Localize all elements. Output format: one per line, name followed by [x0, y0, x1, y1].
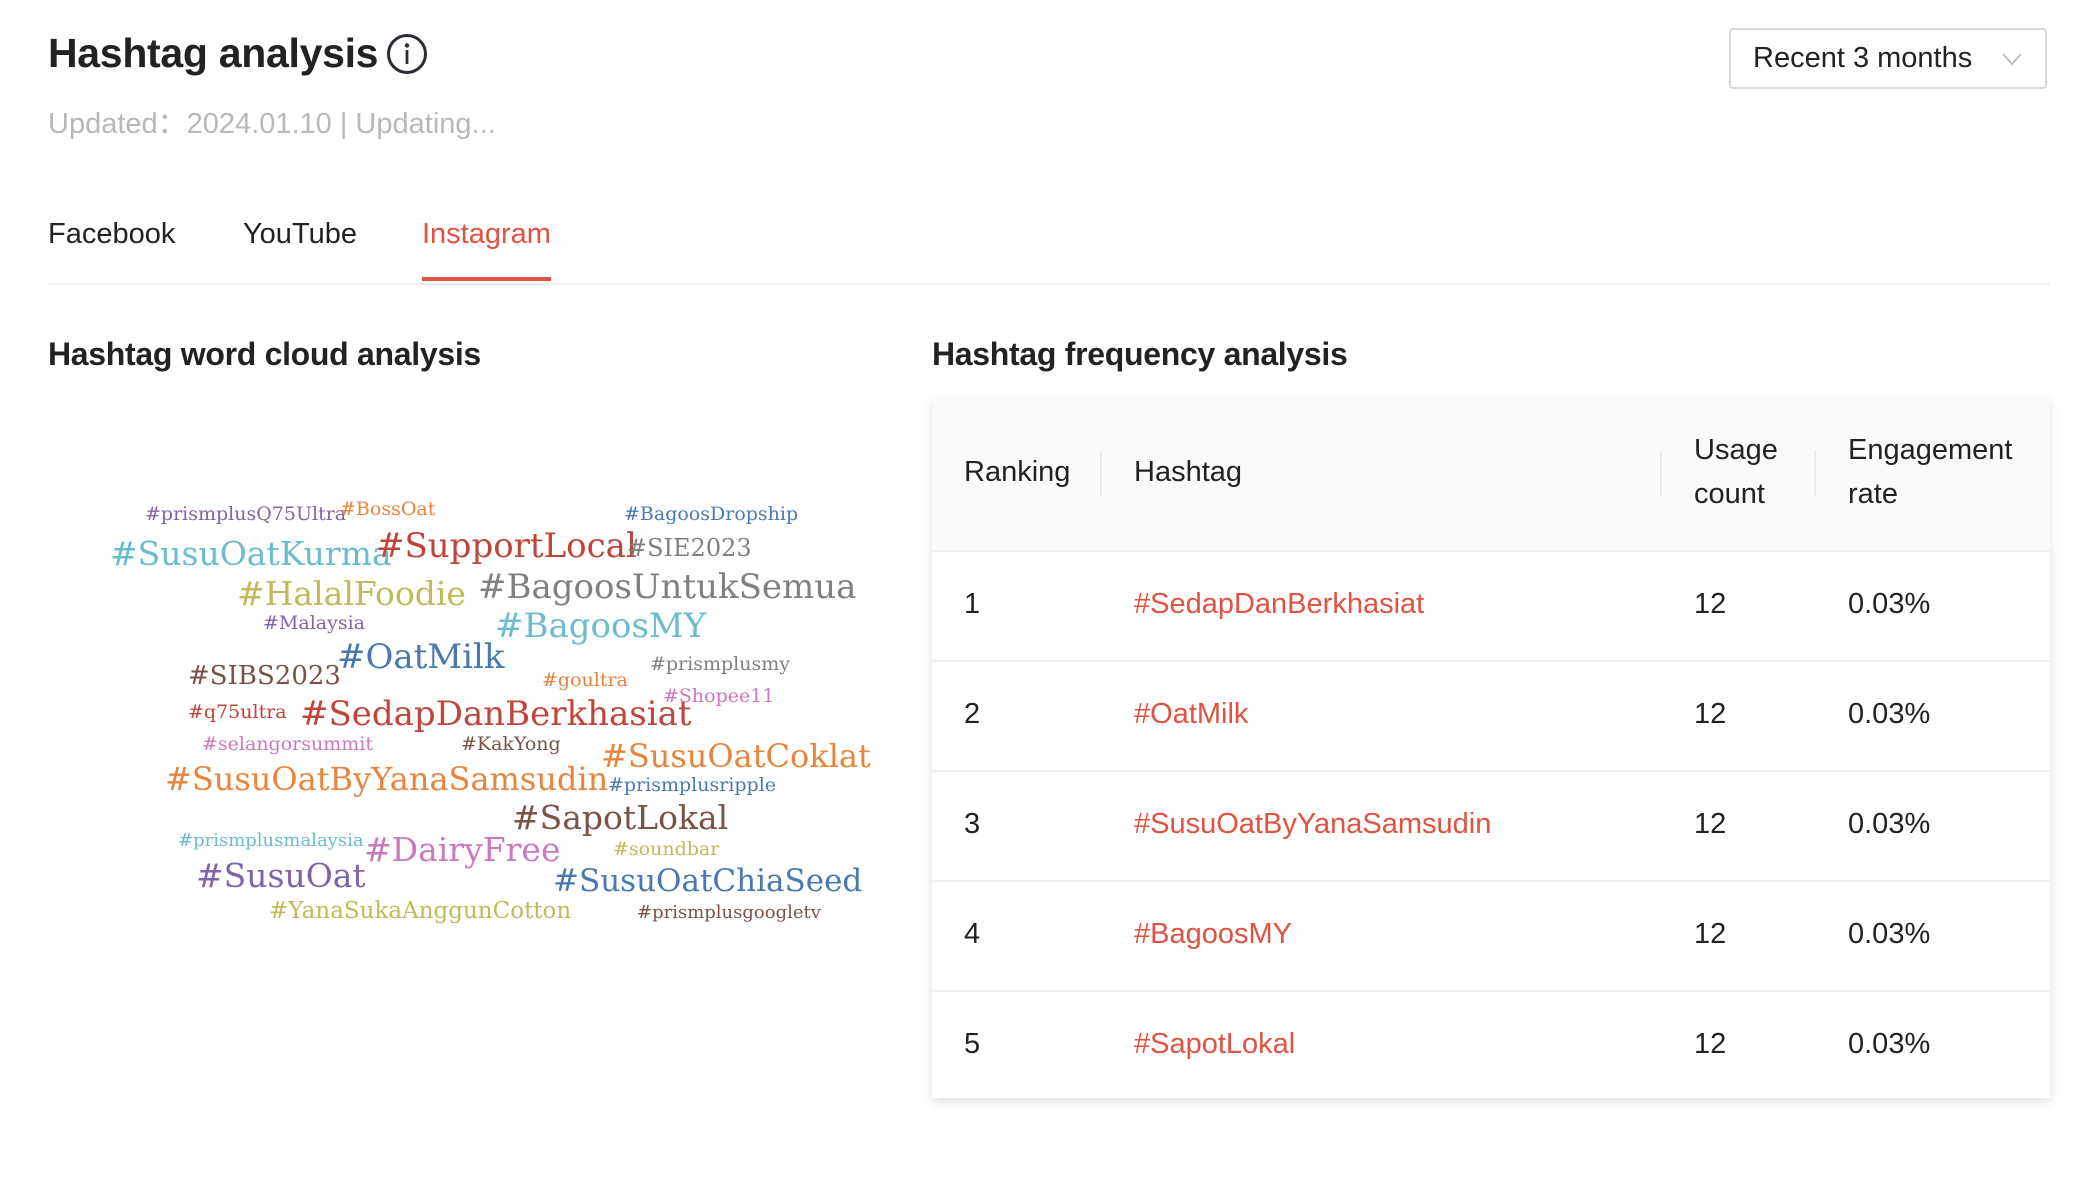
ranking-cell: 2 — [964, 698, 981, 730]
hashtag-link[interactable]: #OatMilk — [1134, 698, 1248, 731]
word-cloud-term[interactable]: #Malaysia — [263, 614, 365, 633]
word-cloud-term[interactable]: #BagoosMY — [495, 609, 706, 643]
word-cloud-term[interactable]: #BossOat — [340, 500, 435, 519]
table-row: 1 #SedapDanBerkhasiat 12 0.03% — [932, 550, 2050, 662]
column-header-hashtag: Hashtag — [1134, 456, 1243, 488]
column-divider — [1660, 450, 1662, 496]
word-cloud-term[interactable]: #prismplusripple — [608, 776, 776, 795]
chevron-down-icon — [2001, 48, 2023, 70]
word-cloud-term[interactable]: #BagoosUntukSemua — [478, 570, 856, 604]
word-cloud-term[interactable]: #YanaSukaAnggunCotton — [269, 900, 571, 923]
word-cloud-term[interactable]: #SusuOatChiaSeed — [553, 866, 862, 897]
hashtag-link[interactable]: #SusuOatByYanaSamsudin — [1134, 808, 1491, 841]
word-cloud-term[interactable]: #prismplusmy — [650, 655, 790, 674]
word-cloud-term[interactable]: #SusuOatCoklat — [601, 740, 871, 772]
table-row: 3 #SusuOatByYanaSamsudin 12 0.03% — [932, 770, 2050, 882]
word-cloud-term[interactable]: #goultra — [542, 671, 628, 690]
ranking-cell: 3 — [964, 808, 981, 840]
ranking-cell: 4 — [964, 918, 981, 950]
word-cloud-term[interactable]: #SupportLocal — [376, 529, 637, 563]
usage-count-cell: 12 — [1694, 588, 1727, 620]
column-header-engagement-rate: Engagement rate — [1848, 434, 2013, 510]
word-cloud-term[interactable]: #SusuOatKurma — [110, 537, 392, 570]
usage-count-cell: 12 — [1694, 698, 1727, 730]
word-cloud-term[interactable]: #SIBS2023 — [188, 663, 341, 689]
hashtag-link[interactable]: #SedapDanBerkhasiat — [1134, 588, 1424, 621]
usage-count-cell: 12 — [1694, 1028, 1727, 1060]
table-row: 5 #SapotLokal 12 0.03% — [932, 990, 2050, 1100]
engagement-rate-cell: 0.03% — [1848, 808, 1931, 840]
frequency-table: Ranking Hashtag Usage count Engagement r… — [932, 398, 2050, 1098]
period-select[interactable]: Recent 3 months — [1729, 28, 2047, 89]
ranking-cell: 5 — [964, 1028, 981, 1060]
engagement-rate-cell: 0.03% — [1848, 1028, 1931, 1060]
table-row: 2 #OatMilk 12 0.03% — [932, 660, 2050, 772]
hashtag-link[interactable]: #SapotLokal — [1134, 1028, 1295, 1061]
period-select-value: Recent 3 months — [1753, 42, 1973, 74]
engagement-rate-cell: 0.03% — [1848, 918, 1931, 950]
column-header-usage-count: Usage count — [1694, 434, 1778, 510]
ranking-cell: 1 — [964, 588, 981, 620]
word-cloud-term[interactable]: #prismplusgoogletv — [637, 904, 821, 922]
word-cloud-term[interactable]: #HalalFoodie — [237, 577, 466, 610]
word-cloud-term[interactable]: #prismplusQ75Ultra — [145, 505, 346, 524]
column-divider — [1814, 450, 1816, 496]
word-cloud: #prismplusQ75Ultra #BossOat #BagoosDropshi… — [0, 0, 900, 1186]
word-cloud-term[interactable]: #soundbar — [613, 840, 719, 859]
word-cloud-term[interactable]: #q75ultra — [188, 703, 287, 722]
word-cloud-term[interactable]: #OatMilk — [337, 640, 504, 674]
word-cloud-term[interactable]: #KakYong — [461, 735, 561, 754]
word-cloud-term[interactable]: #BagoosDropship — [624, 505, 798, 524]
engagement-rate-cell: 0.03% — [1848, 588, 1931, 620]
usage-count-cell: 12 — [1694, 918, 1727, 950]
engagement-rate-cell: 0.03% — [1848, 698, 1931, 730]
hashtag-link[interactable]: #BagoosMY — [1134, 918, 1292, 951]
word-cloud-term[interactable]: #SusuOat — [196, 859, 366, 892]
word-cloud-term[interactable]: #DairyFree — [364, 833, 561, 866]
usage-count-cell: 12 — [1694, 808, 1727, 840]
column-header-ranking: Ranking — [964, 456, 1071, 488]
column-divider — [1100, 450, 1102, 496]
word-cloud-term[interactable]: #selangorsummit — [202, 735, 373, 754]
word-cloud-term[interactable]: #SusuOatByYanaSamsudin — [165, 763, 608, 795]
word-cloud-term[interactable]: #prismplusmalaysia — [178, 832, 364, 850]
table-row: 4 #BagoosMY 12 0.03% — [932, 880, 2050, 992]
frequency-table-title: Hashtag frequency analysis — [932, 336, 1348, 372]
word-cloud-term[interactable]: #SIE2023 — [627, 536, 752, 560]
table-header: Ranking Hashtag Usage count Engagement r… — [932, 398, 2050, 552]
word-cloud-term[interactable]: #SedapDanBerkhasiat — [300, 697, 692, 731]
